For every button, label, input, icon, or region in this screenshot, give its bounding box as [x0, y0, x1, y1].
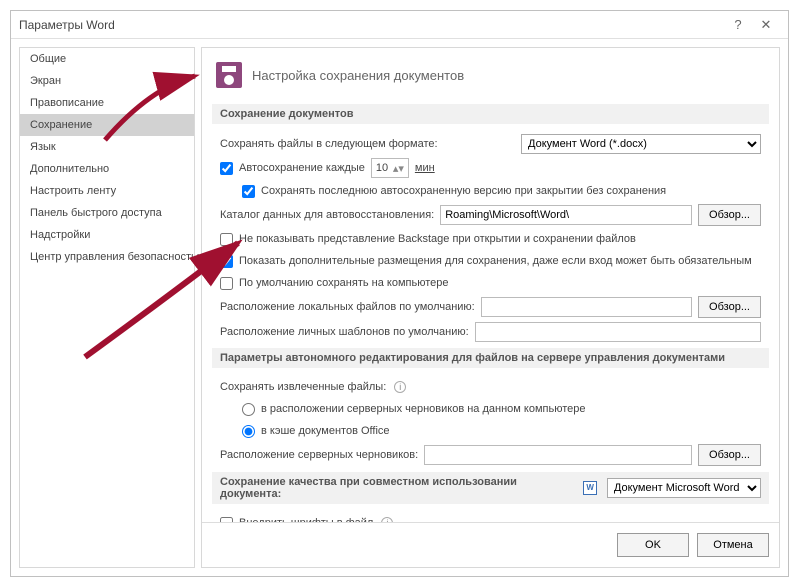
autorecover-input[interactable] — [440, 205, 692, 225]
sidebar-item-language[interactable]: Язык — [20, 136, 194, 158]
sidebar-item-display[interactable]: Экран — [20, 70, 194, 92]
word-doc-icon — [583, 481, 597, 495]
autorecover-browse-button[interactable]: Обзор... — [698, 204, 761, 226]
show-extra-label: Показать дополнительные размещения для с… — [239, 255, 752, 267]
autosave-checkbox[interactable] — [220, 162, 233, 175]
keep-last-label: Сохранять последнюю автосохраненную верс… — [261, 185, 666, 197]
sidebar-item-proofing[interactable]: Правописание — [20, 92, 194, 114]
local-files-input[interactable] — [481, 297, 692, 317]
templates-label: Расположение личных шаблонов по умолчани… — [220, 326, 469, 338]
sidebar-item-save[interactable]: Сохранение — [20, 114, 194, 136]
autosave-minutes-input[interactable]: 10▴▾ — [371, 158, 409, 178]
ok-button[interactable]: OK — [617, 533, 689, 557]
default-computer-label: По умолчанию сохранять на компьютере — [239, 277, 448, 289]
autosave-unit: мин — [415, 162, 435, 174]
sidebar-item-qat[interactable]: Панель быстрого доступа — [20, 202, 194, 224]
dialog-title: Параметры Word — [19, 18, 724, 32]
section-save-head: Сохранение документов — [212, 104, 769, 124]
titlebar: Параметры Word ? ✕ — [11, 11, 788, 39]
drafts-path-input[interactable] — [424, 445, 692, 465]
word-options-dialog: Параметры Word ? ✕ Общие Экран Правописа… — [10, 10, 789, 577]
sidebar-item-addins[interactable]: Надстройки — [20, 224, 194, 246]
office-cache-label: в кэше документов Office — [261, 425, 390, 437]
info-icon[interactable]: i — [394, 381, 406, 393]
format-label: Сохранять файлы в следующем формате: — [220, 138, 438, 150]
show-extra-checkbox[interactable] — [220, 255, 233, 268]
page-title: Настройка сохранения документов — [252, 68, 464, 83]
local-files-label: Расположение локальных файлов по умолчан… — [220, 301, 475, 313]
sidebar-item-ribbon[interactable]: Настроить ленту — [20, 180, 194, 202]
keep-last-checkbox[interactable] — [242, 185, 255, 198]
local-files-browse-button[interactable]: Обзор... — [698, 296, 761, 318]
section-offline-head: Параметры автономного редактирования для… — [212, 348, 769, 368]
drafts-path-label: Расположение серверных черновиков: — [220, 449, 418, 461]
no-backstage-checkbox[interactable] — [220, 233, 233, 246]
templates-input[interactable] — [475, 322, 761, 342]
extracted-label: Сохранять извлеченные файлы: — [220, 381, 386, 393]
default-computer-checkbox[interactable] — [220, 277, 233, 290]
sidebar: Общие Экран Правописание Сохранение Язык… — [19, 47, 195, 568]
autosave-label: Автосохранение каждые — [239, 162, 365, 174]
fidelity-doc-select[interactable]: Документ Microsoft Word — [607, 478, 761, 498]
office-cache-radio[interactable] — [242, 425, 255, 438]
format-select[interactable]: Документ Word (*.docx) — [521, 134, 761, 154]
dialog-footer: OK Отмена — [202, 522, 779, 567]
sidebar-item-general[interactable]: Общие — [20, 48, 194, 70]
no-backstage-label: Не показывать представление Backstage пр… — [239, 233, 636, 245]
autorecover-label: Каталог данных для автовосстановления: — [220, 209, 434, 221]
drafts-browse-button[interactable]: Обзор... — [698, 444, 761, 466]
drafts-location-radio[interactable] — [242, 403, 255, 416]
sidebar-item-trust[interactable]: Центр управления безопасностью — [20, 246, 194, 268]
section-fidelity-head: Сохранение качества при совместном испол… — [212, 472, 769, 504]
dialog-body: Общие Экран Правописание Сохранение Язык… — [11, 39, 788, 576]
cancel-button[interactable]: Отмена — [697, 533, 769, 557]
page-header: Настройка сохранения документов — [212, 56, 769, 100]
save-icon — [216, 62, 242, 88]
close-button[interactable]: ✕ — [752, 17, 780, 33]
drafts-location-label: в расположении серверных черновиков на д… — [261, 403, 585, 415]
sidebar-item-advanced[interactable]: Дополнительно — [20, 158, 194, 180]
help-button[interactable]: ? — [724, 17, 752, 32]
main-panel: Настройка сохранения документов Сохранен… — [201, 47, 780, 568]
